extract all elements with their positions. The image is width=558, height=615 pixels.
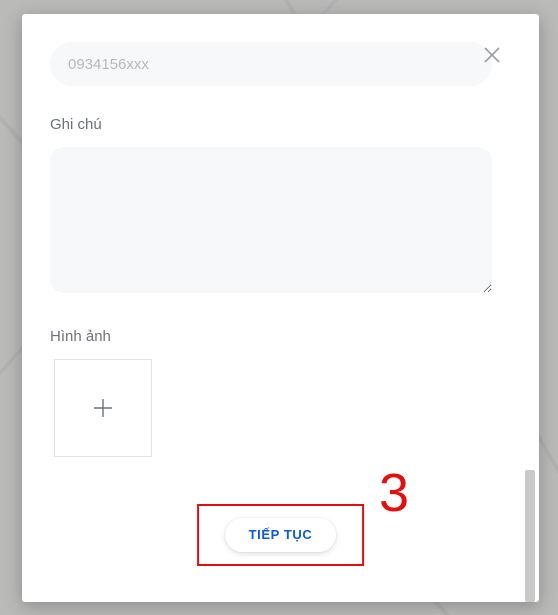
note-label: Ghi chú (50, 116, 511, 133)
continue-button[interactable]: TIẾP TỤC (225, 518, 337, 552)
close-icon (484, 47, 500, 63)
image-label: Hình ảnh (50, 328, 511, 345)
image-upload-row (50, 359, 511, 457)
phone-input[interactable] (50, 42, 492, 86)
step-annotation: 3 (379, 466, 409, 520)
plus-icon (91, 396, 115, 420)
add-image-button[interactable] (54, 359, 152, 457)
cta-container: TIẾP TỤC (197, 504, 365, 566)
modal-scrollbar[interactable] (525, 32, 535, 592)
cta-highlight-box: TIẾP TỤC (197, 504, 365, 566)
close-button[interactable] (479, 42, 505, 68)
scrollbar-thumb[interactable] (525, 470, 535, 602)
modal-dialog: Ghi chú Hình ảnh 3 TIẾP TỤC (22, 14, 539, 602)
note-textarea[interactable] (50, 147, 492, 293)
